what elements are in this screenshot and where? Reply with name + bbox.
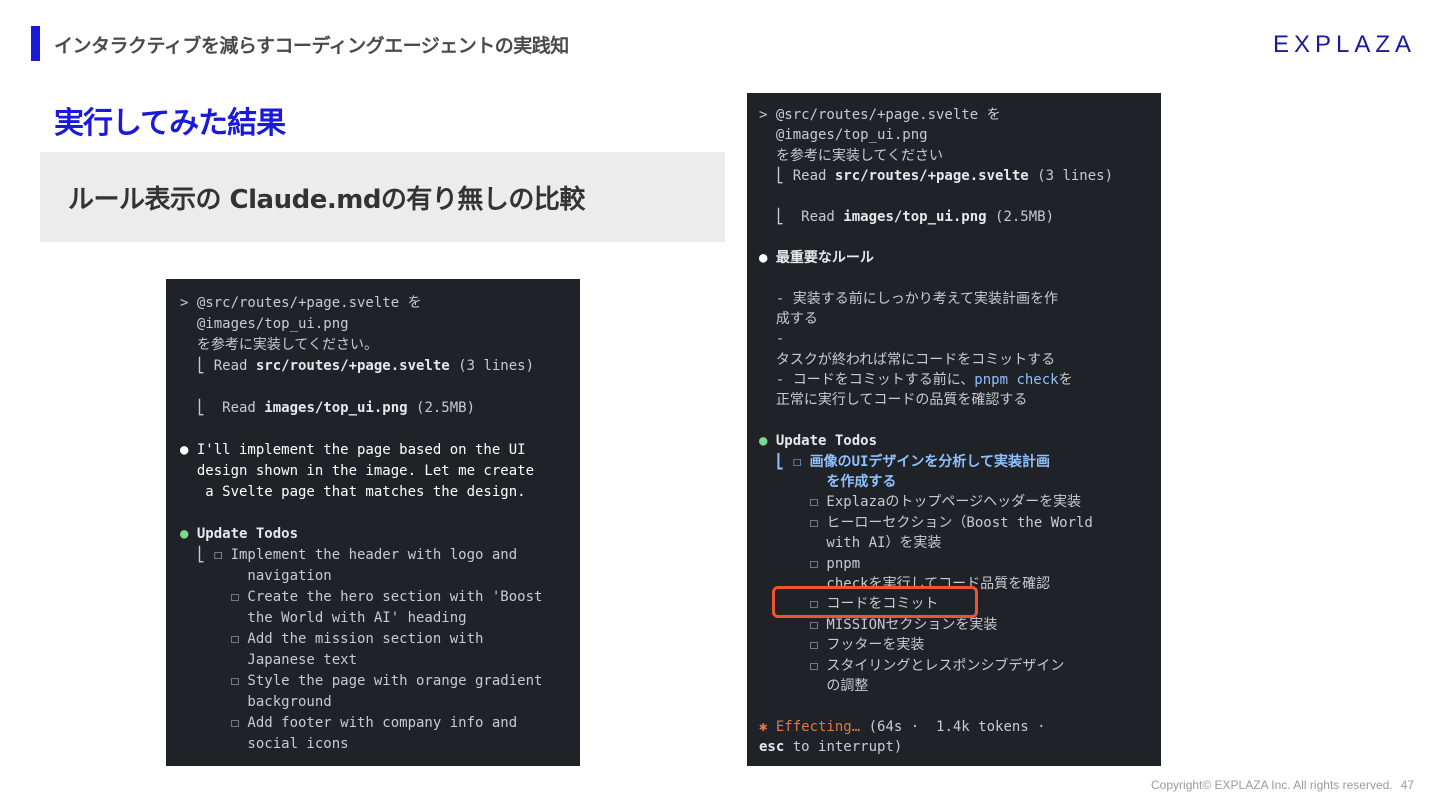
prompt-line: を参考に実装してください。 [180,337,379,353]
todo-item: Japanese text [180,652,358,668]
read-info: (2.5MB) [407,400,476,416]
status-dot-icon: ● [759,433,776,450]
terminal-with-rules: > @src/routes/+page.svelte を @images/top… [747,93,1161,766]
todo-item: ☐ Add footer with company info and [180,715,518,731]
read-label: ⎣ Read [180,400,265,416]
explaza-logo: EXPLAZA [1272,31,1416,58]
rule-text: を [1058,372,1073,389]
todo-item: ☐ ヒーローセクション（Boost the World [759,514,1093,531]
rule-text: - コードをコミットする前に、 [759,372,975,389]
copyright: Copyright© EXPLAZA Inc. All rights reser… [1151,778,1393,792]
read-line: ⎣ Read src/routes/+page.svelte (3 lines) [180,356,566,377]
assistant-message: design shown in the image. Let me create [180,463,535,479]
rule-line: - [759,331,785,348]
prompt-line: @images/top_ui.png [180,316,349,332]
status-info: (64s · 1.4k tokens · [860,718,1046,735]
todo-item: background [180,694,332,710]
todos-title: Update Todos [775,433,878,450]
read-line: ⎣ Read images/top_ui.png (2.5MB) [180,398,566,419]
todo-item: ☐ Add the mission section with [180,631,484,647]
bullet-dot-icon: ● [759,249,776,266]
page-number: 47 [1400,778,1414,792]
slide-title: 実行してみた結果 [54,106,286,141]
read-label: ⎣ Read [180,358,256,374]
todo-item: with AI）を実装 [759,535,942,552]
prompt-line: > @src/routes/+page.svelte を [180,295,422,311]
todos-title: Update Todos [196,526,299,542]
read-info: (2.5MB) [986,208,1055,225]
read-info: (3 lines) [449,358,535,374]
todos-heading: ● Update Todos [759,431,1149,451]
deck-title: インタラクティブを減らすコーディングエージェントの実践知 [54,35,569,57]
prompt-line: > @src/routes/+page.svelte を [759,107,1001,123]
rule-line: 成する [759,310,818,327]
read-line: ⎣ Read src/routes/+page.svelte (3 lines) [759,166,1149,186]
todo-item: ⎣ ☐ Implement the header with logo and [180,547,518,563]
read-label: ⎣ Read [759,208,844,225]
read-file: src/routes/+page.svelte [255,358,450,374]
rules-heading: ● 最重要なルール [759,248,1149,268]
todo-item: ☐ pnpm [759,555,861,572]
todo-item: the World with AI' heading [180,610,467,626]
todo-item: social icons [180,736,349,752]
status-dot-icon: ● [180,526,197,542]
subtitle-panel: ルール表示の Claude.mdの有り無しの比較 [40,152,725,242]
prompt-line: を参考に実装してください [759,147,944,164]
prompt-line: @images/top_ui.png [759,127,928,144]
assistant-message: ● I'll implement the page based on the U… [180,442,526,458]
read-info: (3 lines) [1028,168,1114,185]
status-info: to interrupt) [784,739,903,756]
footer: Copyright© EXPLAZA Inc. All rights reser… [1151,778,1414,792]
read-file: images/top_ui.png [264,400,408,416]
commit-highlight-box [772,586,978,618]
read-line: ⎣ Read images/top_ui.png (2.5MB) [759,207,1149,227]
todo-item: ☐ Create the hero section with 'Boost [180,589,543,605]
todo-item: ☐ Style the page with orange gradient [180,673,543,689]
slide-subtitle: ルール表示の Claude.mdの有り無しの比較 [68,185,585,215]
todo-item: ☐ Explazaのトップページヘッダーを実装 [759,494,1082,511]
read-file: src/routes/+page.svelte [834,168,1029,185]
todo-item: ☐ スタイリングとレスポンシブデザイン [759,657,1065,674]
todo-item-active: を作成する [759,474,897,491]
rule-line: - 実装する前にしっかり考えて実装計画を作 [759,290,1059,307]
read-label: ⎣ Read [759,168,835,185]
status-line: esc to interrupt) [759,737,1149,757]
rules-title: 最重要なルール [775,249,874,266]
rule-line: - コードをコミットする前に、pnpm checkを [759,370,1149,390]
rule-line: 正常に実行してコードの品質を確認する [759,392,1028,409]
rule-line: タスクが終われば常にコードをコミットする [759,351,1056,368]
header-accent-bar [31,26,40,61]
todo-item-active: ⎣ ☐ 画像のUIデザインを分析して実装計画 [759,453,1051,470]
effecting-status: ✱ Effecting… [759,718,861,735]
todo-item: の調整 [759,677,869,694]
todos-heading: ● Update Todos [180,524,566,545]
esc-key: esc [759,739,785,756]
status-line: ✱ Effecting… (64s · 1.4k tokens · [759,717,1149,737]
rule-command: pnpm check [974,372,1059,389]
todo-item: ☐ フッターを実装 [759,637,925,654]
assistant-message: a Svelte page that matches the design. [180,484,526,500]
todo-item: navigation [180,568,332,584]
terminal-without-rules: > @src/routes/+page.svelte を @images/top… [166,279,580,766]
read-file: images/top_ui.png [843,208,987,225]
